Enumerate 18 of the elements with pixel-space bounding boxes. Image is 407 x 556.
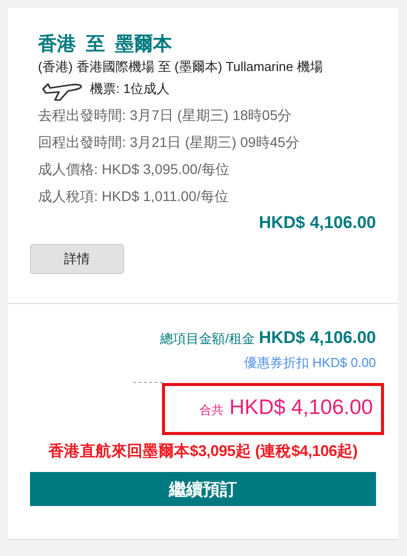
airport-route: (香港) 香港國際機場 至 (墨爾本) Tullamarine 機場 [38,58,324,76]
origin-city: 香港 [38,32,76,57]
promo-note: 香港直航來回墨爾本$3,095起 (連稅$4,106起) [47,442,359,462]
subtotal-label: 總項目金額/租金 [160,330,255,348]
details-button[interactable]: 詳情 [30,244,124,274]
total-label: 合共 [199,402,224,419]
subtotal-amount: HKD$ 4,106.00 [258,328,376,348]
coupon-discount: 優惠券折扣 HKD$ 0.00 [242,354,376,372]
detail-text: 成人稅項: HKD$ 1,011.00/每位 [38,187,230,206]
detail-text: 回程出發時間: 3月21日 (星期三) 09時45分 [38,133,300,152]
ticket-count: 機票: 1位成人 [90,80,170,98]
continue-booking-button[interactable]: 繼續預訂 [30,472,376,506]
detail-text: 去程出發時間: 3月7日 (星期三) 18時05分 [38,106,293,125]
detail-text: 成人價格: HKD$ 3,095.00/每位 [38,160,230,179]
total-amount: HKD$ 4,106.00 [229,396,373,420]
route-connector: 至 [86,33,105,57]
destination-city: 墨爾本 [115,33,172,57]
fare-total: HKD$ 4,106.00 [258,212,376,234]
